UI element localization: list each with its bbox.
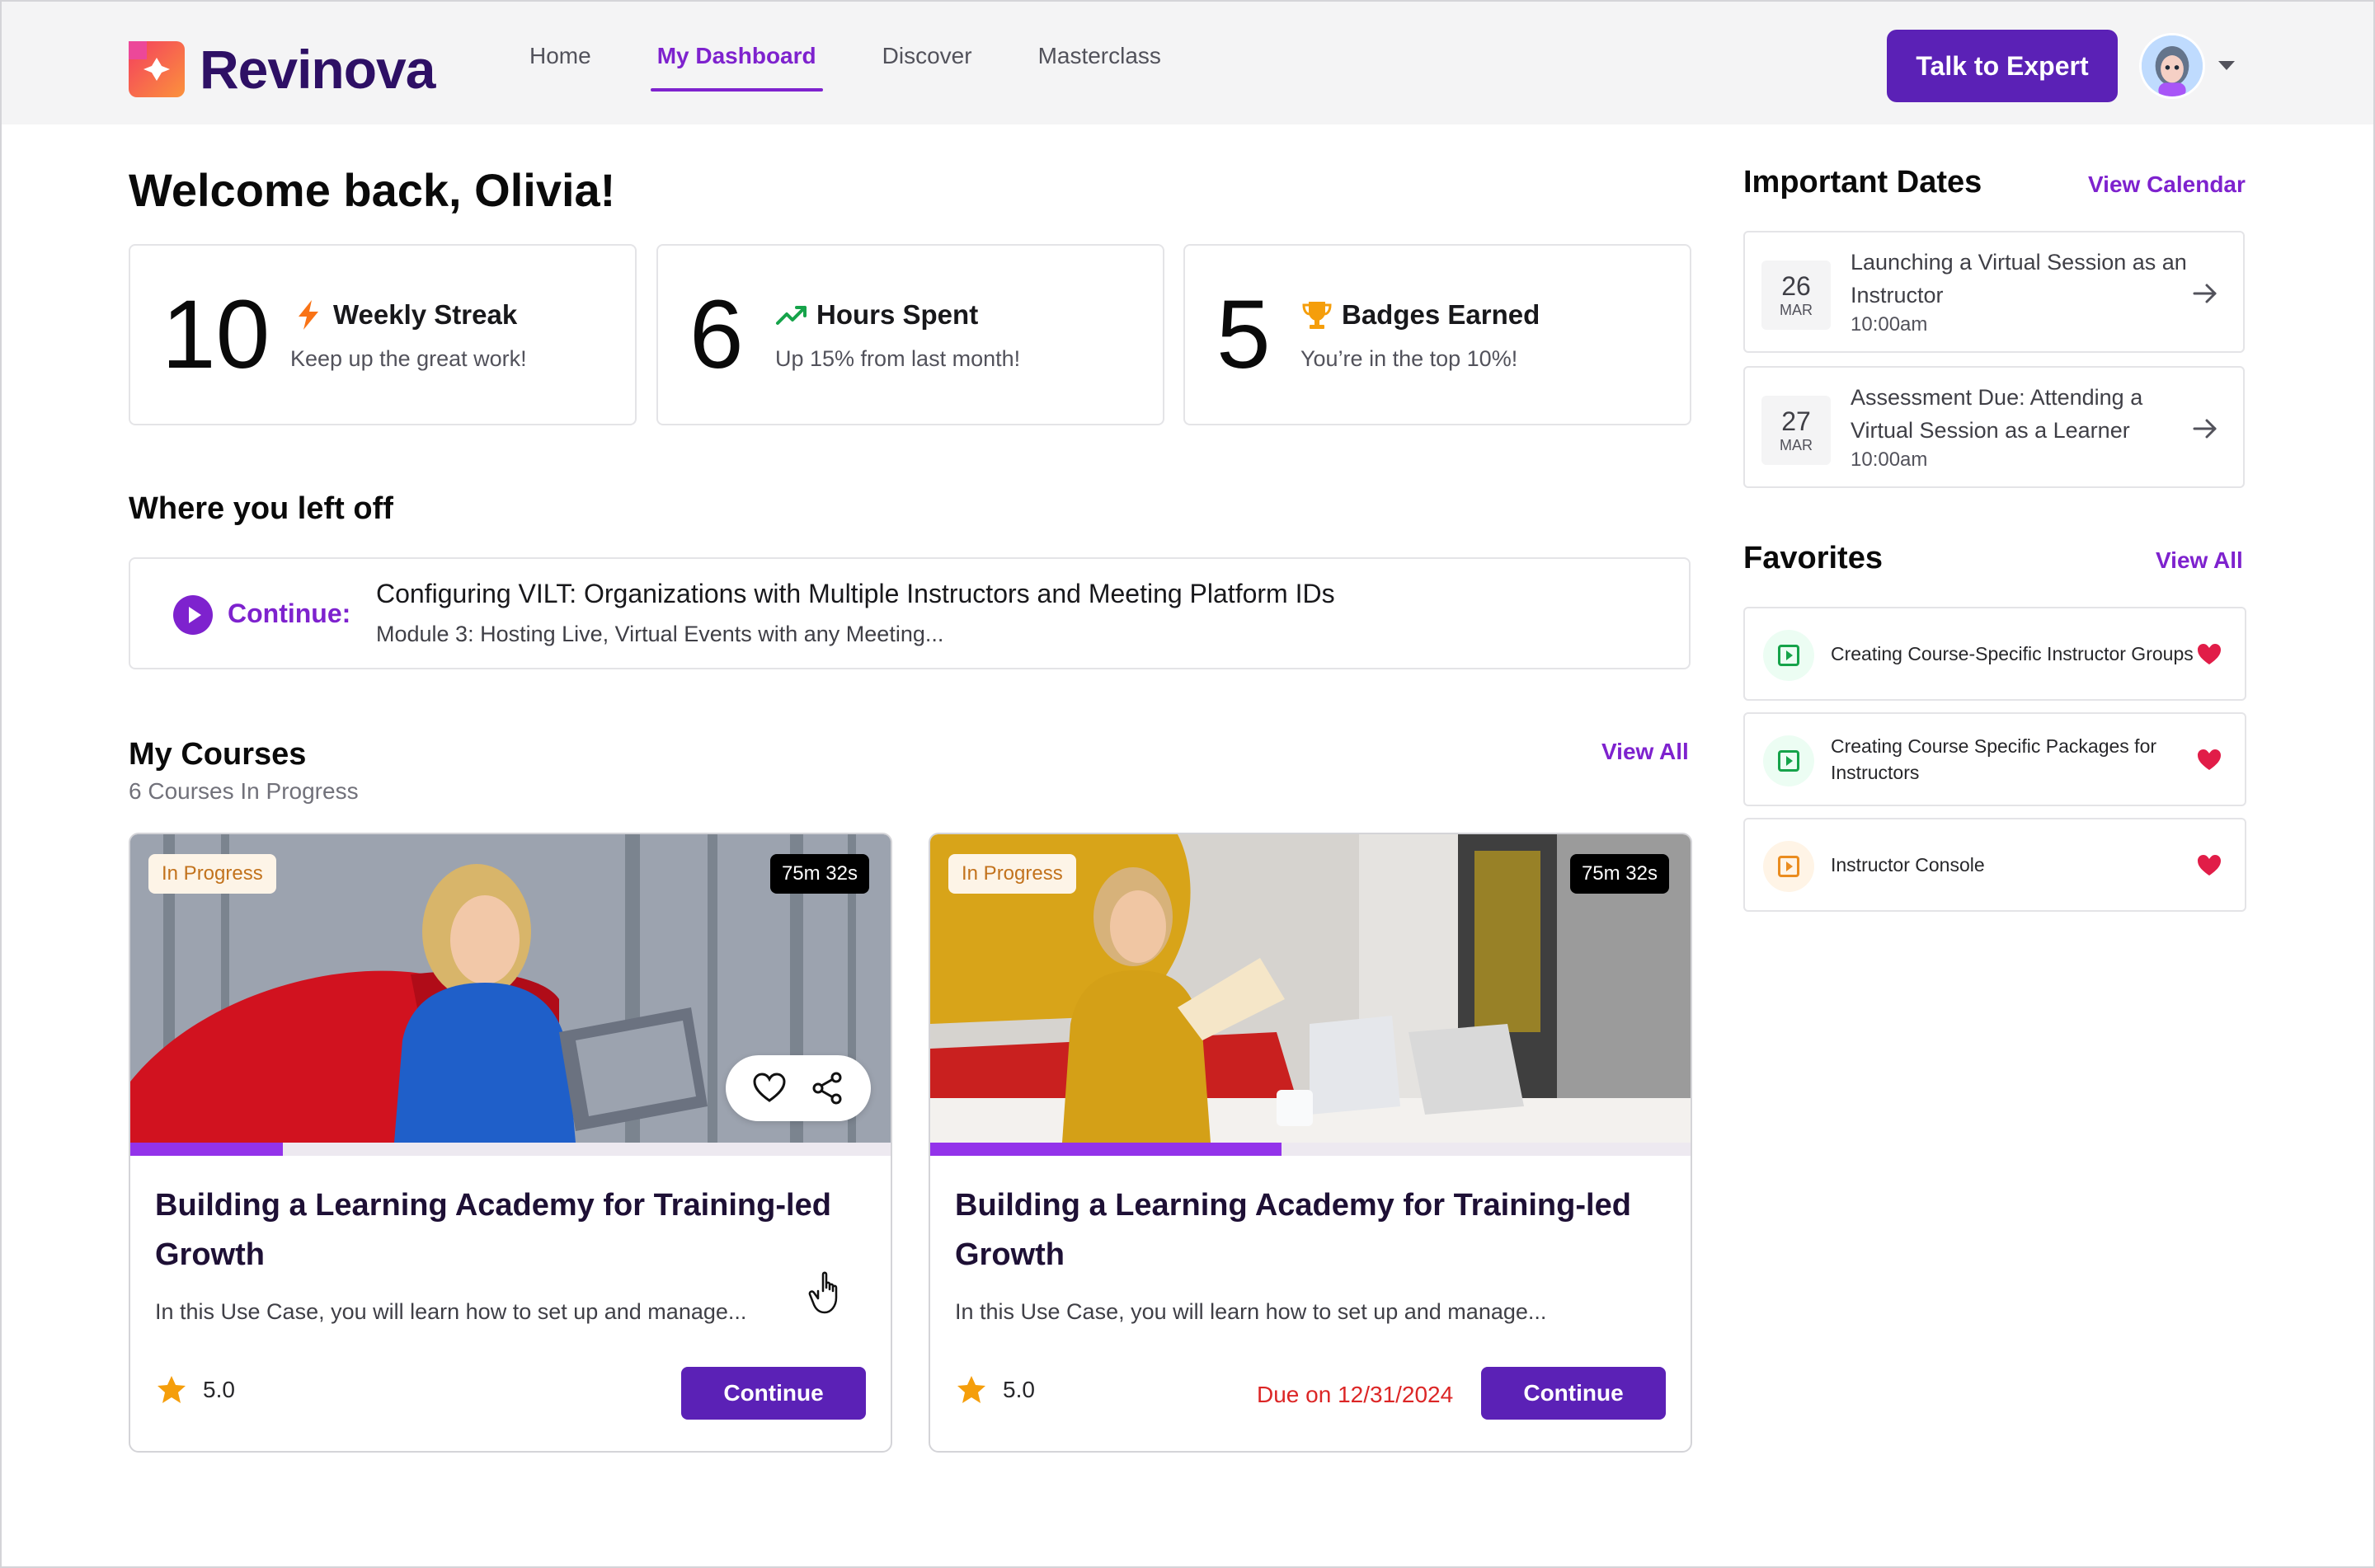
courses-in-progress-count: 6 Courses In Progress bbox=[129, 778, 359, 804]
star-icon bbox=[957, 1376, 985, 1403]
brand-logo[interactable]: Revinova bbox=[129, 38, 435, 101]
date-event-title: Launching a Virtual Session as an Instru… bbox=[1851, 250, 2187, 307]
nav-home[interactable]: Home bbox=[529, 2, 591, 124]
date-badge: 26 MAR bbox=[1761, 261, 1831, 330]
date-item[interactable]: 26 MAR Launching a Virtual Session as an… bbox=[1743, 231, 2245, 353]
course-description: In this Use Case, you will learn how to … bbox=[155, 1299, 747, 1324]
continue-button[interactable]: Continue bbox=[681, 1367, 866, 1420]
heart-filled-icon[interactable] bbox=[2195, 640, 2223, 668]
favorite-title: Creating Course-Specific Instructor Grou… bbox=[1831, 643, 2194, 664]
course-rating: 5.0 bbox=[155, 1373, 235, 1406]
main-nav: Home My Dashboard Discover Masterclass bbox=[529, 2, 1227, 124]
stat-card-weekly-streak: 10 Weekly Streak Keep up the great work! bbox=[129, 244, 637, 425]
stat-subtitle: Keep up the great work! bbox=[290, 346, 527, 371]
date-badge: 27 MAR bbox=[1761, 396, 1831, 465]
nav-discover[interactable]: Discover bbox=[882, 2, 972, 124]
stat-title-text: Hours Spent bbox=[816, 299, 979, 330]
resume-module-subtitle: Module 3: Hosting Live, Virtual Events w… bbox=[376, 622, 944, 646]
continue-button[interactable]: Continue bbox=[1481, 1367, 1666, 1420]
left-off-heading: Where you left off bbox=[129, 491, 393, 526]
my-courses-heading: My Courses bbox=[129, 737, 307, 772]
status-badge: In Progress bbox=[148, 854, 276, 894]
heart-icon[interactable] bbox=[750, 1069, 788, 1107]
course-card[interactable]: In Progress 75m 32s Building a Learning … bbox=[129, 833, 892, 1453]
talk-to-expert-button[interactable]: Talk to Expert bbox=[1887, 30, 2118, 102]
stat-title: Weekly Streak bbox=[292, 298, 517, 331]
video-lesson-icon bbox=[1763, 841, 1814, 892]
date-month: MAR bbox=[1780, 301, 1813, 318]
stat-card-hours-spent: 6 Hours Spent Up 15% from last month! bbox=[656, 244, 1164, 425]
heart-filled-icon[interactable] bbox=[2195, 851, 2223, 879]
course-rating: 5.0 bbox=[955, 1373, 1035, 1406]
course-description: In this Use Case, you will learn how to … bbox=[955, 1299, 1547, 1324]
welcome-heading: Welcome back, Olivia! bbox=[129, 164, 616, 216]
favorites-view-all-link[interactable]: View All bbox=[2156, 547, 2243, 574]
trending-up-icon bbox=[776, 306, 807, 325]
stat-card-badges-earned: 5 Badges Earned You’re in the top 10%! bbox=[1183, 244, 1691, 425]
favorite-title: Instructor Console bbox=[1831, 854, 1985, 876]
date-event-time: 10:00am bbox=[1851, 448, 1928, 471]
trophy-icon bbox=[1302, 302, 1332, 329]
stat-title: Badges Earned bbox=[1300, 298, 1540, 331]
course-progress-bar bbox=[930, 1143, 1691, 1156]
star-icon bbox=[158, 1376, 186, 1403]
video-lesson-icon bbox=[1763, 630, 1814, 681]
continue-label[interactable]: Continue: bbox=[228, 599, 350, 629]
stat-subtitle: Up 15% from last month! bbox=[775, 346, 1021, 371]
brand-name: Revinova bbox=[200, 39, 435, 100]
nav-masterclass[interactable]: Masterclass bbox=[1038, 2, 1161, 124]
stat-value: 5 bbox=[1216, 280, 1271, 389]
stat-title-text: Badges Earned bbox=[1342, 299, 1540, 330]
stat-value: 10 bbox=[162, 280, 270, 389]
video-lesson-icon bbox=[1763, 735, 1814, 786]
duration-badge: 75m 32s bbox=[1569, 854, 1669, 894]
hand-cursor-icon bbox=[808, 1271, 838, 1314]
course-progress-fill bbox=[930, 1143, 1282, 1156]
lightning-icon bbox=[299, 300, 318, 330]
course-title[interactable]: Building a Learning Academy for Training… bbox=[955, 1181, 1664, 1279]
course-progress-fill bbox=[130, 1143, 284, 1156]
card-actions bbox=[726, 1055, 871, 1121]
share-icon[interactable] bbox=[808, 1069, 846, 1107]
course-card[interactable]: In Progress 75m 32s Building a Learning … bbox=[929, 833, 1692, 1453]
stat-value: 6 bbox=[689, 280, 744, 389]
date-event-title: Assessment Due: Attending a Virtual Sess… bbox=[1851, 385, 2143, 443]
resume-course-card[interactable]: Continue: Configuring VILT: Organization… bbox=[129, 557, 1691, 669]
arrow-right-icon[interactable] bbox=[2190, 279, 2220, 308]
stat-title-text: Weekly Streak bbox=[333, 299, 518, 330]
stat-title: Hours Spent bbox=[775, 298, 978, 331]
date-day: 27 bbox=[1781, 406, 1811, 436]
user-avatar[interactable] bbox=[2139, 33, 2205, 99]
heart-filled-icon[interactable] bbox=[2195, 745, 2223, 773]
courses-view-all-link[interactable]: View All bbox=[1601, 739, 1689, 765]
account-menu-chevron-down-icon[interactable] bbox=[2218, 61, 2235, 70]
rating-value: 5.0 bbox=[203, 1377, 235, 1402]
date-month: MAR bbox=[1780, 436, 1813, 453]
favorites-heading: Favorites bbox=[1743, 541, 1883, 575]
revinova-logo-icon bbox=[129, 41, 185, 97]
favorite-item[interactable]: Instructor Console bbox=[1743, 818, 2246, 912]
important-dates-heading: Important Dates bbox=[1743, 165, 1982, 200]
stat-subtitle: You’re in the top 10%! bbox=[1300, 346, 1518, 371]
play-icon[interactable] bbox=[173, 595, 213, 635]
date-day: 26 bbox=[1781, 270, 1811, 301]
favorite-item[interactable]: Creating Course-Specific Instructor Grou… bbox=[1743, 607, 2246, 701]
status-badge: In Progress bbox=[948, 854, 1076, 894]
arrow-right-icon[interactable] bbox=[2190, 414, 2220, 444]
app-window: Revinova Home My Dashboard Discover Mast… bbox=[0, 0, 2375, 1568]
resume-course-title[interactable]: Configuring VILT: Organizations with Mul… bbox=[376, 579, 1335, 609]
due-date: Due on 12/31/2024 bbox=[1257, 1382, 1454, 1407]
course-title[interactable]: Building a Learning Academy for Training… bbox=[155, 1181, 864, 1279]
date-event-time: 10:00am bbox=[1851, 313, 1928, 336]
favorite-title: Creating Course Specific Packages for In… bbox=[1831, 735, 2157, 783]
nav-my-dashboard[interactable]: My Dashboard bbox=[650, 2, 823, 124]
date-item[interactable]: 27 MAR Assessment Due: Attending a Virtu… bbox=[1743, 366, 2245, 488]
top-navigation-bar: Revinova Home My Dashboard Discover Mast… bbox=[2, 2, 2373, 124]
favorite-item[interactable]: Creating Course Specific Packages for In… bbox=[1743, 712, 2246, 806]
view-calendar-link[interactable]: View Calendar bbox=[2088, 171, 2246, 198]
rating-value: 5.0 bbox=[1003, 1377, 1035, 1402]
course-progress-bar bbox=[130, 1143, 891, 1156]
duration-badge: 75m 32s bbox=[769, 854, 869, 894]
